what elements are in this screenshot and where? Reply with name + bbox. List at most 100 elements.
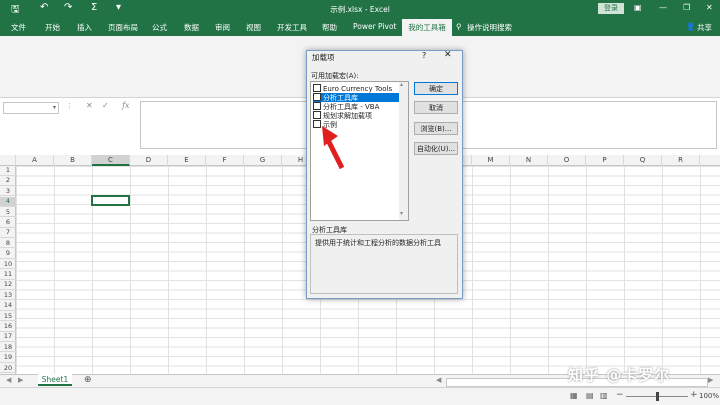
tab-review[interactable]: 审阅 [215, 22, 230, 33]
column-header[interactable]: P [586, 155, 624, 166]
page-layout-view-icon[interactable]: ▤ [586, 391, 594, 400]
column-header[interactable]: O [548, 155, 586, 166]
tab-view[interactable]: 视图 [246, 22, 261, 33]
sheet-tab-sheet1[interactable]: Sheet1 [38, 374, 72, 386]
column-header[interactable]: N [510, 155, 548, 166]
tab-help[interactable]: 帮助 [322, 22, 337, 33]
list-item[interactable]: 分析工具库 - VBA [313, 102, 399, 111]
tab-formulas[interactable]: 公式 [152, 22, 167, 33]
login-button[interactable]: 登录 [598, 3, 624, 14]
list-item[interactable]: 分析工具库 [313, 93, 399, 102]
row-header[interactable]: 20 [0, 364, 16, 374]
tab-developer[interactable]: 开发工具 [277, 22, 307, 33]
name-box-dropdown-icon[interactable]: ▾ [53, 104, 56, 111]
tab-power-pivot[interactable]: Power Pivot [353, 22, 396, 31]
row-header[interactable]: 4 [0, 197, 16, 207]
tab-home[interactable]: 开始 [45, 22, 60, 33]
hscroll-left-icon[interactable]: ◀ [436, 376, 441, 384]
tab-insert[interactable]: 插入 [77, 22, 92, 33]
active-cell[interactable] [91, 195, 130, 206]
row-header[interactable]: 12 [0, 280, 16, 290]
column-header[interactable]: F [206, 155, 244, 166]
close-window-icon[interactable]: ✕ [706, 3, 713, 12]
insert-function-icon[interactable]: fx [122, 101, 129, 110]
zoom-level[interactable]: 100% [699, 392, 719, 400]
row-header[interactable]: 19 [0, 353, 16, 363]
addin-checkbox[interactable] [313, 84, 321, 92]
zoom-out-icon[interactable]: − [616, 390, 624, 400]
addin-label: Euro Currency Tools [323, 85, 393, 93]
column-header[interactable]: E [168, 155, 206, 166]
enter-entry-icon[interactable]: ✓ [102, 101, 109, 110]
zoom-slider-thumb[interactable] [656, 392, 659, 401]
minimize-icon[interactable]: — [659, 3, 667, 12]
row-header[interactable]: 1 [0, 166, 16, 176]
addins-list-scrollbar[interactable]: ▴ ▾ [399, 81, 408, 220]
new-sheet-icon[interactable]: ⊕ [84, 375, 92, 385]
scroll-down-icon[interactable]: ▾ [400, 210, 403, 217]
addin-checkbox[interactable] [313, 111, 321, 119]
dialog-close-button[interactable]: ✕ [444, 50, 452, 60]
column-header[interactable]: R [662, 155, 700, 166]
column-header[interactable]: M [472, 155, 510, 166]
row-header[interactable]: 3 [0, 187, 16, 197]
dialog-help-button[interactable]: ? [422, 51, 426, 60]
row-header[interactable]: 6 [0, 218, 16, 228]
column-header[interactable]: A [16, 155, 54, 166]
row-header[interactable]: 13 [0, 291, 16, 301]
normal-view-icon[interactable]: ▦ [570, 391, 578, 400]
title-bar: 🖫 ↶ ↷ Σ ▾ 示例.xlsx - Excel 登录 ▣ — ❐ ✕ [0, 0, 720, 18]
row-header[interactable]: 14 [0, 301, 16, 311]
addin-label: 规划求解加载项 [323, 112, 372, 120]
red-arrow-annotation [322, 126, 345, 170]
share-icon: 👤 [686, 22, 696, 31]
tab-my-toolbox[interactable]: 我的工具箱 [402, 19, 452, 36]
row-header[interactable]: 16 [0, 322, 16, 332]
row-header[interactable]: 8 [0, 239, 16, 249]
addin-label: 分析工具库 - VBA [323, 103, 380, 111]
lightbulb-icon: ⚲ [456, 22, 462, 31]
column-header[interactable]: C [92, 155, 130, 166]
row-header[interactable]: 7 [0, 228, 16, 238]
addin-checkbox[interactable] [313, 93, 321, 101]
hscroll-right-icon[interactable]: ▶ [708, 376, 713, 384]
column-header[interactable]: B [54, 155, 92, 166]
scroll-sheets-left-icon[interactable]: ◀ [6, 376, 11, 384]
row-header[interactable]: 11 [0, 270, 16, 280]
column-header[interactable]: D [130, 155, 168, 166]
row-header[interactable]: 15 [0, 312, 16, 322]
cancel-entry-icon[interactable]: ✕ [86, 101, 93, 110]
list-item[interactable]: Euro Currency Tools [313, 84, 399, 93]
row-header[interactable]: 17 [0, 332, 16, 342]
tab-data[interactable]: 数据 [184, 22, 199, 33]
page-break-view-icon[interactable]: ▥ [600, 391, 608, 400]
name-box[interactable]: ▾ [3, 102, 59, 114]
share-button[interactable]: 共享 [697, 22, 712, 33]
column-header[interactable]: Q [624, 155, 662, 166]
tab-page-layout[interactable]: 页面布局 [108, 22, 138, 33]
formula-bar-splitter-icon[interactable]: ⋮ [66, 102, 73, 110]
list-item[interactable]: 规划求解加载项 [313, 111, 399, 120]
row-header[interactable]: 5 [0, 208, 16, 218]
scroll-up-icon[interactable]: ▴ [400, 81, 403, 88]
automation-button[interactable]: 自动化(U)... [414, 142, 458, 155]
ok-button[interactable]: 确定 [414, 82, 458, 95]
addin-description-text: 提供用于统计和工程分析的数据分析工具 [315, 239, 441, 247]
restore-icon[interactable]: ❐ [683, 3, 690, 12]
addins-list-label: 可用加载宏(A): [311, 72, 359, 80]
row-header[interactable]: 2 [0, 176, 16, 186]
tell-me-search[interactable]: 操作说明搜索 [467, 22, 512, 33]
row-header[interactable]: 18 [0, 343, 16, 353]
zoom-in-icon[interactable]: + [690, 390, 698, 400]
ribbon-display-options-icon[interactable]: ▣ [634, 3, 642, 12]
column-header[interactable]: G [244, 155, 282, 166]
browse-button[interactable]: 浏览(B)... [414, 122, 458, 135]
select-all-corner[interactable] [0, 155, 16, 166]
formula-buttons: ✕ ✓ fx [80, 101, 140, 116]
row-header[interactable]: 10 [0, 260, 16, 270]
addin-checkbox[interactable] [313, 102, 321, 110]
row-header[interactable]: 9 [0, 249, 16, 259]
tab-file[interactable]: 文件 [11, 22, 26, 33]
scroll-sheets-right-icon[interactable]: ▶ [18, 376, 23, 384]
cancel-button[interactable]: 取消 [414, 101, 458, 114]
